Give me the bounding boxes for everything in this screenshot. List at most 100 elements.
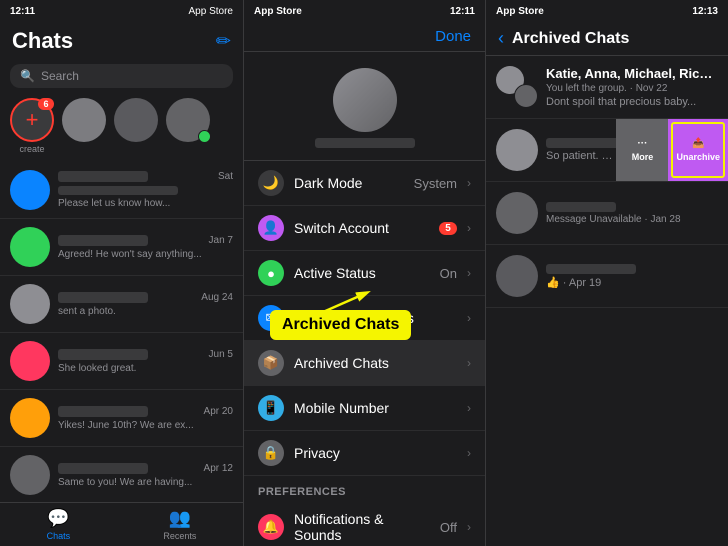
profile-name-bar: [315, 138, 415, 148]
message-requests-chevron: ›: [467, 311, 471, 325]
archived-chats-icon: 📦: [258, 350, 284, 376]
left-panel: 12:11 App Store Chats ✏ 🔍 Search + 6 cre…: [0, 0, 243, 546]
story-2[interactable]: [62, 98, 106, 154]
chat-name: [58, 292, 148, 303]
more-button[interactable]: ··· More: [616, 119, 668, 181]
menu-item-dark-mode[interactable]: 🌙 Dark Mode System ›: [244, 161, 485, 206]
active-status-chevron: ›: [467, 266, 471, 280]
chats-icon: 💬: [47, 508, 69, 529]
done-button[interactable]: Done: [435, 28, 471, 45]
middle-carrier: App Store: [254, 6, 302, 17]
chat-item[interactable]: Aug 24 sent a photo.: [0, 276, 243, 333]
archived-info-3: Message Unavailable · Jan 28: [546, 202, 718, 225]
chat-preview-text: Same to you! We are having...: [58, 477, 233, 488]
archived-name-2: [546, 138, 618, 148]
switch-account-icon: 👤: [258, 215, 284, 241]
chat-avatar: [10, 455, 50, 495]
switch-account-chevron: ›: [467, 221, 471, 235]
archived-chats-chevron: ›: [467, 356, 471, 370]
privacy-icon: 🔒: [258, 440, 284, 466]
chat-avatar: [10, 170, 50, 210]
menu-item-mobile-number[interactable]: 📱 Mobile Number ›: [244, 386, 485, 431]
archived-info-2: So patient. Thank you.... · Jul 17: [546, 138, 618, 162]
tab-chats[interactable]: 💬 Chats: [47, 508, 71, 541]
notifications-icon: 🔔: [258, 514, 284, 540]
right-header: ‹ Archived Chats: [486, 22, 728, 56]
chat-time: Apr 12: [204, 463, 233, 474]
chat-list: Sat Please let us know how... Jan 7 Agre…: [0, 162, 243, 502]
story-3[interactable]: [114, 98, 158, 154]
preferences-label: PREFERENCES: [244, 476, 485, 502]
menu-item-archived-chats[interactable]: 📦 Archived Chats ›: [244, 341, 485, 386]
chat-info: Jan 7 Agreed! He won't say anything...: [58, 235, 233, 260]
left-carrier: App Store: [189, 6, 233, 17]
dark-mode-value: System: [414, 176, 457, 191]
story-4[interactable]: [166, 98, 210, 154]
chat-preview-text: Yikes! June 10th? We are ex...: [58, 420, 233, 431]
archived-chats-label: Archived Chats: [294, 355, 457, 371]
chat-info: Apr 12 Same to you! We are having...: [58, 463, 233, 488]
more-icon: ···: [637, 138, 647, 149]
chat-avatar: [10, 284, 50, 324]
back-icon[interactable]: ‹: [498, 28, 504, 49]
more-label: More: [632, 152, 654, 162]
archived-name: Katie, Anna, Michael, Richard: [546, 66, 718, 81]
profile-section: [244, 52, 485, 161]
tab-recents[interactable]: 👥 Recents: [163, 508, 196, 541]
chat-info: Sat Please let us know how...: [58, 171, 233, 209]
right-carrier: App Store: [496, 6, 544, 17]
tab-chats-label: Chats: [47, 531, 71, 541]
archived-item-2[interactable]: So patient. Thank you.... · Jul 17 ··· M…: [486, 119, 728, 182]
chat-item[interactable]: Sat Please let us know how...: [0, 162, 243, 219]
left-header: Chats ✏: [0, 22, 243, 60]
right-title: Archived Chats: [512, 30, 629, 48]
archived-name-3: [546, 202, 616, 212]
mobile-number-icon: 📱: [258, 395, 284, 421]
switch-account-label: Switch Account: [294, 220, 429, 236]
archived-avatar-4: [496, 255, 538, 297]
notifications-chevron: ›: [467, 520, 471, 534]
chat-time: Apr 20: [204, 406, 233, 417]
archived-item-group[interactable]: Katie, Anna, Michael, Richard You left t…: [486, 56, 728, 119]
right-panel: App Store 12:13 ‹ Archived Chats Katie, …: [486, 0, 728, 546]
archived-name-4: [546, 264, 636, 274]
chat-item[interactable]: Apr 12 Same to you! We are having...: [0, 447, 243, 502]
mobile-number-chevron: ›: [467, 401, 471, 415]
chat-name: [58, 171, 148, 182]
chat-info: Apr 20 Yikes! June 10th? We are ex...: [58, 406, 233, 431]
profile-avatar: [333, 68, 397, 132]
chat-item[interactable]: Jan 7 Agreed! He won't say anything...: [0, 219, 243, 276]
menu-list: 🌙 Dark Mode System › 👤 Switch Account 5 …: [244, 161, 485, 546]
menu-item-switch-account[interactable]: 👤 Switch Account 5 ›: [244, 206, 485, 251]
unarchive-button[interactable]: 📤 Unarchive: [668, 119, 728, 181]
chat-preview: [58, 186, 178, 195]
archived-info-4: 👍 · Apr 19: [546, 264, 718, 289]
callout-arrow: [304, 286, 384, 326]
left-time: 12:11: [10, 6, 35, 17]
middle-header: Done: [244, 22, 485, 52]
archived-item-3[interactable]: Message Unavailable · Jan 28: [486, 182, 728, 245]
chat-time: Jun 5: [209, 349, 233, 360]
left-title: Chats: [12, 28, 73, 54]
chat-name: [58, 349, 148, 360]
active-status-icon: ●: [258, 260, 284, 286]
menu-item-privacy[interactable]: 🔒 Privacy ›: [244, 431, 485, 476]
privacy-label: Privacy: [294, 445, 457, 461]
story-first[interactable]: + 6 create: [10, 98, 54, 154]
menu-item-notifications[interactable]: 🔔 Notifications & Sounds Off ›: [244, 502, 485, 546]
active-status-label: Active Status: [294, 265, 430, 281]
edit-icon[interactable]: ✏: [216, 31, 231, 52]
archived-item-4[interactable]: 👍 · Apr 19: [486, 245, 728, 308]
chat-info: Jun 5 She looked great.: [58, 349, 233, 374]
dark-mode-label: Dark Mode: [294, 175, 404, 191]
chat-item[interactable]: Jun 5 She looked great.: [0, 333, 243, 390]
chat-name: [58, 235, 148, 246]
search-bar[interactable]: 🔍 Search: [10, 64, 233, 88]
chat-item[interactable]: Apr 20 Yikes! June 10th? We are ex...: [0, 390, 243, 447]
unarchive-label: Unarchive: [676, 152, 720, 162]
middle-status-bar: App Store 12:11: [244, 0, 485, 22]
right-time: 12:13: [692, 6, 718, 17]
group-avatar: [496, 66, 538, 108]
archived-info: Katie, Anna, Michael, Richard You left t…: [546, 66, 718, 108]
right-status-bar: App Store 12:13: [486, 0, 728, 22]
